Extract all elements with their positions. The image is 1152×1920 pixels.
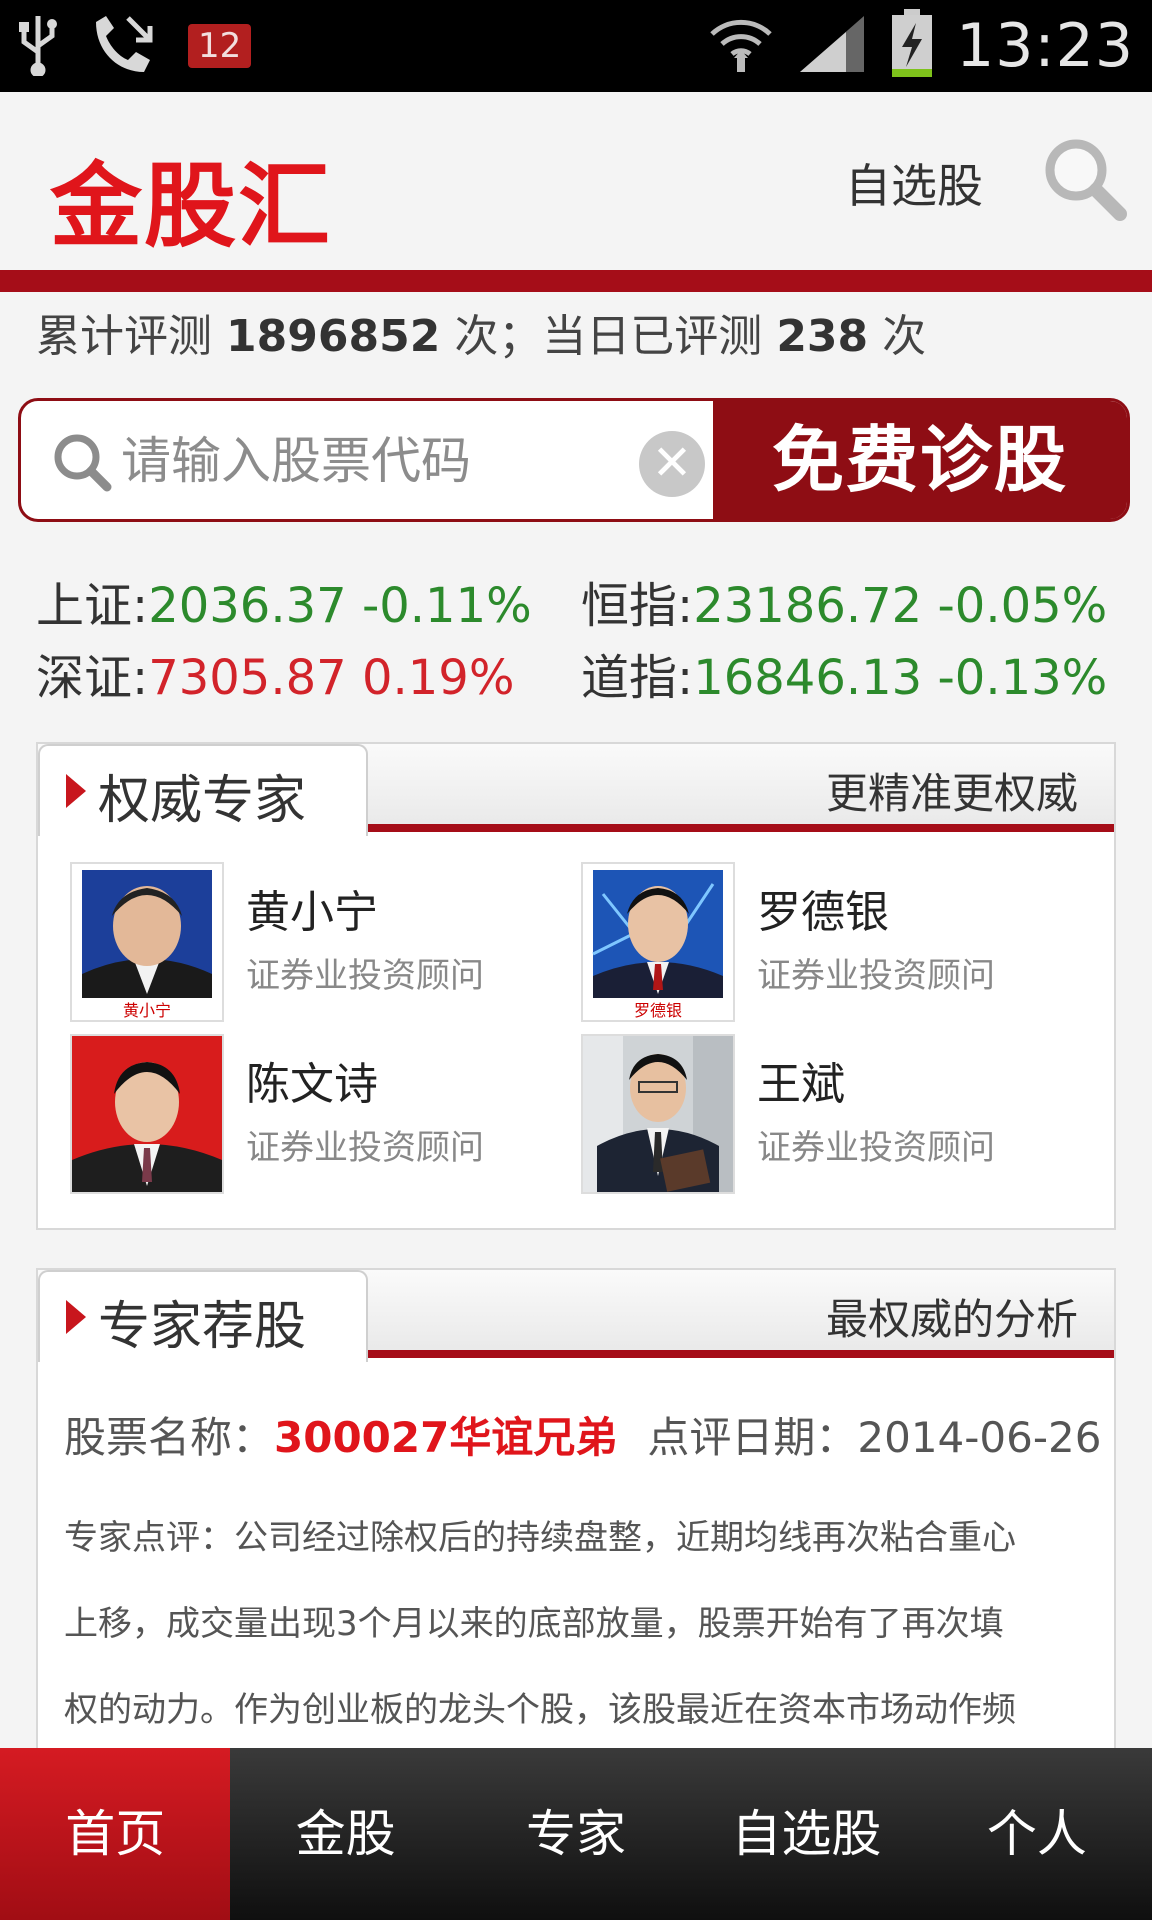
experts-tab[interactable]: 权威专家	[38, 744, 368, 836]
expert-card[interactable]: 罗德银 罗德银 证券业投资顾问	[581, 862, 1081, 1022]
expert-photo: 罗德银	[581, 862, 735, 1022]
expert-photo	[581, 1034, 735, 1194]
experts-panel: 权威专家 更精准更权威 黄小宁 黄小宁 证券业投资顾问 罗德银 罗德银 证券业投…	[36, 742, 1116, 1230]
stats-prefix: 累计评测	[36, 311, 212, 362]
experts-grid: 黄小宁 黄小宁 证券业投资顾问 罗德银 罗德银 证券业投资顾问 陈文诗 证券业投…	[38, 832, 1114, 1230]
index-dowjones[interactable]: 道指:16846.13 -0.13%	[581, 638, 1126, 708]
stock-pick[interactable]: 股票名称：300027华谊兄弟 点评日期：2014-06-26 专家点评：公司经过…	[38, 1358, 1114, 1753]
nav-gold-stocks[interactable]: 金股	[230, 1748, 460, 1920]
app-header: 金股汇 自选股	[0, 92, 1152, 270]
date-label: 点评日期：	[647, 1413, 858, 1462]
photo-caption: 罗德银	[634, 1001, 682, 1020]
index-name: 道指:	[581, 650, 694, 706]
expert-name: 黄小宁	[246, 887, 378, 938]
missed-call-icon	[88, 12, 158, 80]
notification-count-badge: 12	[188, 24, 252, 68]
stats-suffix: 次	[882, 311, 927, 362]
nav-experts[interactable]: 专家	[461, 1748, 691, 1920]
watchlist-link[interactable]: 自选股	[845, 150, 983, 216]
expert-photo: 黄小宁	[70, 862, 224, 1022]
usb-icon	[18, 12, 58, 80]
battery-charging-icon	[890, 9, 934, 83]
search-icon	[1045, 139, 1127, 221]
expert-title: 证券业投资顾问	[757, 1128, 995, 1168]
index-value: 2036.37 -0.11%	[148, 578, 532, 634]
clock: 13:23	[956, 11, 1134, 81]
expert-review: 专家点评：公司经过除权后的持续盘整，近期均线再次粘合重心 上移，成交量出现3个月…	[64, 1495, 1094, 1753]
stats-today: 238	[776, 311, 869, 362]
panel-title: 权威专家	[98, 771, 307, 831]
panel-header: 专家荐股 最权威的分析	[38, 1270, 1114, 1362]
clear-input-button[interactable]: ✕	[639, 431, 705, 497]
wifi-icon	[708, 12, 774, 80]
triangle-arrow-icon	[66, 1300, 86, 1334]
stock-search-bar: ✕ 免费诊股	[18, 398, 1130, 522]
index-name: 恒指:	[581, 578, 694, 634]
nav-home[interactable]: 首页	[0, 1748, 231, 1920]
signal-icon	[796, 12, 868, 80]
stock-name[interactable]: 300027华谊兄弟	[274, 1413, 617, 1462]
stats-mid: 次；当日已评测	[454, 311, 763, 362]
search-icon	[54, 434, 112, 492]
expert-title: 证券业投资顾问	[757, 956, 995, 996]
expert-title: 证券业投资顾问	[246, 1128, 484, 1168]
index-shanghai[interactable]: 上证:2036.37 -0.11%	[36, 566, 581, 636]
bottom-navigation: 首页 金股 专家 自选股 个人	[0, 1748, 1152, 1920]
panel-header: 权威专家 更精准更权威	[38, 744, 1114, 836]
triangle-arrow-icon	[66, 774, 86, 808]
index-name: 深证:	[36, 650, 149, 706]
index-value: 7305.87 0.19%	[148, 650, 515, 706]
expert-name: 陈文诗	[246, 1059, 378, 1110]
status-bar: 12 13:23	[0, 0, 1152, 92]
expert-picks-panel: 专家荐股 最权威的分析 股票名称：300027华谊兄弟 点评日期：2014-06-…	[36, 1268, 1116, 1768]
indices-row: 上证:2036.37 -0.11% 恒指:23186.72 -0.05%	[36, 565, 1126, 637]
nav-profile[interactable]: 个人	[922, 1748, 1152, 1920]
header-divider	[0, 270, 1152, 292]
expert-card[interactable]: 陈文诗 证券业投资顾问	[70, 1034, 570, 1194]
stock-code-input[interactable]	[121, 417, 641, 505]
panel-subtitle: 最权威的分析	[825, 1295, 1078, 1344]
index-shenzhen[interactable]: 深证:7305.87 0.19%	[36, 638, 581, 708]
indices-row: 深证:7305.87 0.19% 道指:16846.13 -0.13%	[36, 637, 1126, 709]
market-indices: 上证:2036.37 -0.11% 恒指:23186.72 -0.05% 深证:…	[36, 565, 1126, 709]
review-line: 专家点评：公司经过除权后的持续盘整，近期均线再次粘合重心	[64, 1518, 1016, 1558]
panel-subtitle: 更精准更权威	[825, 769, 1078, 818]
stock-pick-header: 股票名称：300027华谊兄弟 点评日期：2014-06-26	[64, 1404, 1101, 1465]
index-value: 23186.72 -0.05%	[693, 578, 1108, 634]
review-date: 2014-06-26	[857, 1413, 1102, 1462]
stats-total: 1896852	[226, 311, 441, 362]
index-value: 16846.13 -0.13%	[693, 650, 1108, 706]
expert-name: 罗德银	[757, 887, 889, 938]
expert-photo	[70, 1034, 224, 1194]
expert-card[interactable]: 黄小宁 黄小宁 证券业投资顾问	[70, 862, 570, 1022]
nav-watchlist[interactable]: 自选股	[691, 1748, 921, 1920]
expert-title: 证券业投资顾问	[246, 956, 484, 996]
free-diagnosis-button[interactable]: 免费诊股	[713, 401, 1127, 519]
index-name: 上证:	[36, 578, 149, 634]
panel-title: 专家荐股	[98, 1297, 307, 1357]
review-line: 权的动力。作为创业板的龙头个股，该股最近在资本市场动作频	[64, 1690, 1016, 1730]
app-logo: 金股汇	[50, 153, 333, 260]
review-line: 上移，成交量出现3个月以来的底部放量，股票开始有了再次填	[64, 1604, 1004, 1644]
evaluation-stats: 累计评测 1896852 次；当日已评测 238 次	[36, 300, 926, 364]
stock-label: 股票名称：	[64, 1413, 275, 1462]
expert-name: 王斌	[757, 1059, 845, 1110]
expert-picks-tab[interactable]: 专家荐股	[38, 1270, 368, 1362]
photo-caption: 黄小宁	[123, 1001, 171, 1020]
index-hangseng[interactable]: 恒指:23186.72 -0.05%	[581, 566, 1126, 636]
close-icon: ✕	[651, 435, 693, 491]
expert-card[interactable]: 王斌 证券业投资顾问	[581, 1034, 1081, 1194]
search-button[interactable]	[1040, 134, 1130, 224]
